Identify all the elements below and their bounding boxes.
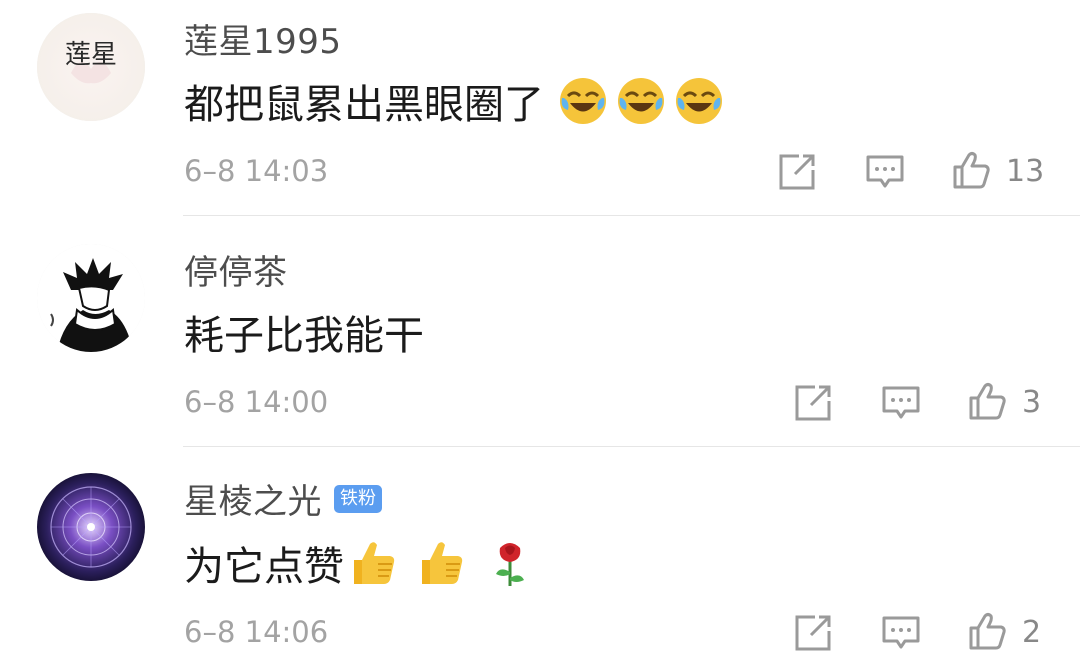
divider bbox=[183, 446, 1080, 447]
laugh-cry-emoji bbox=[558, 76, 608, 126]
comment-text-label: 都把鼠累出黑眼圈了 bbox=[184, 82, 544, 128]
divider bbox=[183, 215, 1080, 216]
comment-text: 耗子比我能干 bbox=[184, 303, 424, 361]
thumbs-up-emoji bbox=[416, 538, 466, 588]
comment-icon[interactable] bbox=[881, 383, 921, 423]
like-count: 2 bbox=[1022, 615, 1042, 650]
avatar[interactable] bbox=[37, 473, 145, 581]
comment-text-label: 为它点赞 bbox=[184, 544, 344, 590]
like-count: 3 bbox=[1022, 385, 1042, 420]
like-icon[interactable] bbox=[968, 381, 1008, 421]
rose-emoji bbox=[490, 538, 530, 588]
comment-text: 为它点赞 bbox=[184, 534, 530, 592]
username-label[interactable]: 莲星1995 bbox=[184, 14, 342, 63]
like-count: 13 bbox=[1006, 154, 1045, 189]
timestamp: 6–8 14:06 bbox=[184, 615, 329, 649]
username[interactable]: 星棱之光 铁粉 bbox=[184, 474, 382, 523]
like-icon[interactable] bbox=[968, 611, 1008, 651]
laugh-cry-emoji bbox=[674, 76, 724, 126]
like-icon[interactable] bbox=[952, 150, 992, 190]
comment-text: 都把鼠累出黑眼圈了 bbox=[184, 72, 724, 130]
avatar[interactable]: 莲星 bbox=[37, 13, 145, 121]
thumbs-up-emoji bbox=[348, 538, 398, 588]
timestamp: 6–8 14:00 bbox=[184, 385, 329, 419]
comment-text-label: 耗子比我能干 bbox=[184, 313, 424, 359]
share-icon[interactable] bbox=[793, 613, 833, 653]
comment-icon[interactable] bbox=[881, 613, 921, 653]
username-label[interactable]: 停停茶 bbox=[184, 245, 288, 294]
fan-badge: 铁粉 bbox=[334, 484, 382, 513]
share-icon[interactable] bbox=[793, 383, 833, 423]
timestamp: 6–8 14:03 bbox=[184, 154, 329, 188]
comment-item: 莲星 莲星1995 都把鼠累出黑眼圈了 6–8 14:03 13 bbox=[0, 0, 1080, 216]
avatar-calligraphy: 莲星 bbox=[65, 40, 117, 70]
laugh-cry-emoji bbox=[616, 76, 666, 126]
comment-icon[interactable] bbox=[865, 152, 905, 192]
avatar[interactable] bbox=[37, 244, 145, 352]
username[interactable]: 莲星1995 bbox=[184, 14, 342, 63]
comment-item: 星棱之光 铁粉 为它点赞 6–8 14:06 2 bbox=[0, 448, 1080, 657]
username-label[interactable]: 星棱之光 bbox=[184, 474, 322, 523]
comment-item: 停停茶 耗子比我能干 6–8 14:00 3 bbox=[0, 217, 1080, 447]
username[interactable]: 停停茶 bbox=[184, 245, 288, 294]
share-icon[interactable] bbox=[777, 152, 817, 192]
